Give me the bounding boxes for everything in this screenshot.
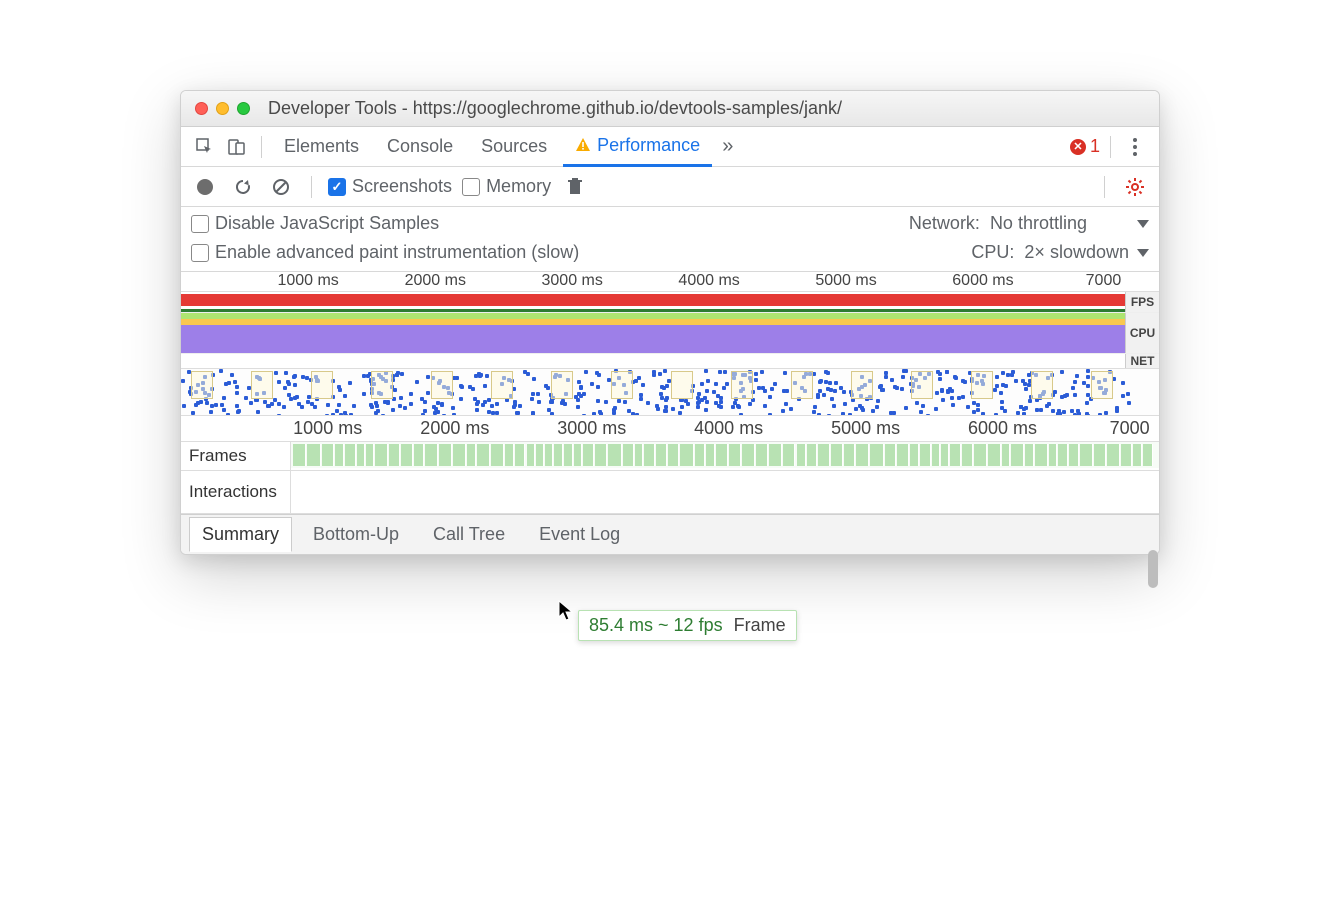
checkbox-icon (191, 215, 209, 233)
traffic-lights (195, 102, 250, 115)
frame-tooltip: 85.4 ms ~ 12 fps Frame (578, 610, 797, 641)
overview-ruler[interactable]: 1000 ms 2000 ms 3000 ms 4000 ms 5000 ms … (181, 272, 1159, 292)
tab-performance-label: Performance (597, 135, 700, 156)
minimize-window-button[interactable] (216, 102, 229, 115)
ruler-tick: 1000 ms (277, 272, 338, 290)
perf-toolbar: Screenshots Memory (181, 167, 1159, 207)
fps-lane-label: FPS (1125, 292, 1159, 312)
overview-fps-lane: FPS (181, 292, 1159, 312)
track-ruler[interactable]: 1000 ms 2000 ms 3000 ms 4000 ms 5000 ms … (181, 416, 1159, 442)
cpu-lane-label: CPU (1125, 313, 1159, 353)
tab-bottom-up[interactable]: Bottom-Up (300, 517, 412, 552)
ruler-tick: 5000 ms (815, 272, 876, 290)
screenshots-checkbox[interactable]: Screenshots (328, 176, 452, 197)
error-count-badge[interactable]: ✕ 1 (1070, 136, 1100, 157)
devtools-window: Developer Tools - https://googlechrome.g… (180, 90, 1160, 555)
capture-settings-icon[interactable] (1121, 173, 1149, 201)
details-tabs: Summary Bottom-Up Call Tree Event Log (181, 514, 1159, 554)
reload-button[interactable] (229, 173, 257, 201)
cpu-throttle-label: CPU: (971, 242, 1014, 263)
main-tabs-row: Elements Console Sources Performance » ✕… (181, 127, 1159, 167)
separator (1110, 136, 1111, 158)
mouse-cursor-icon (558, 600, 576, 622)
record-button[interactable] (191, 173, 219, 201)
ruler-tick: 2000 ms (405, 272, 466, 290)
net-lane-label: NET (1125, 354, 1159, 368)
tab-console[interactable]: Console (375, 127, 465, 167)
tab-elements[interactable]: Elements (272, 127, 371, 167)
frames-track-label: Frames (181, 442, 291, 470)
tab-call-tree[interactable]: Call Tree (420, 517, 518, 552)
ruler-tick: 3000 ms (542, 272, 603, 290)
frames-track: Frames (181, 442, 1159, 471)
tab-performance[interactable]: Performance (563, 127, 712, 167)
memory-checkbox[interactable]: Memory (462, 176, 551, 197)
ruler-tick: 5000 ms (831, 418, 900, 439)
tab-event-log[interactable]: Event Log (526, 517, 633, 552)
scrollbar-thumb[interactable] (1148, 550, 1158, 588)
kebab-menu-icon[interactable] (1121, 133, 1149, 161)
tooltip-label: Frame (734, 615, 786, 635)
inspect-element-icon[interactable] (191, 133, 219, 161)
disable-js-label: Disable JavaScript Samples (215, 213, 439, 234)
ruler-tick: 4000 ms (694, 418, 763, 439)
enable-paint-label: Enable advanced paint instrumentation (s… (215, 242, 579, 263)
capture-settings-panel: Disable JavaScript Samples Network: No t… (181, 207, 1159, 272)
error-count: 1 (1090, 136, 1100, 157)
overview-screenshots-lane (181, 368, 1159, 416)
warning-icon (575, 137, 591, 153)
ruler-tick: 1000 ms (293, 418, 362, 439)
clear-button[interactable] (267, 173, 295, 201)
tab-summary[interactable]: Summary (189, 517, 292, 552)
ruler-tick: 3000 ms (557, 418, 626, 439)
interactions-track-body[interactable] (291, 471, 1159, 513)
error-icon: ✕ (1070, 139, 1086, 155)
cpu-throttle-select[interactable]: 2× slowdown (1024, 242, 1149, 263)
chevron-down-icon (1137, 249, 1149, 257)
tab-sources[interactable]: Sources (469, 127, 559, 167)
close-window-button[interactable] (195, 102, 208, 115)
collect-garbage-icon[interactable] (561, 173, 589, 201)
separator (311, 176, 312, 198)
cpu-throttle-value: 2× slowdown (1024, 242, 1129, 263)
zoom-window-button[interactable] (237, 102, 250, 115)
overview-cpu-lane: CPU (181, 312, 1159, 354)
ruler-tick: 2000 ms (420, 418, 489, 439)
separator (1104, 176, 1105, 198)
checkbox-icon (462, 178, 480, 196)
memory-label: Memory (486, 176, 551, 197)
network-throttle-select[interactable]: No throttling (990, 213, 1087, 234)
frames-track-body[interactable] (291, 442, 1159, 468)
checkbox-icon (191, 244, 209, 262)
network-throttle-label: Network: (909, 213, 980, 234)
chevron-down-icon (1137, 220, 1149, 228)
ruler-tick: 6000 ms (952, 272, 1013, 290)
network-throttle-value: No throttling (990, 213, 1087, 234)
ruler-tick: 4000 ms (678, 272, 739, 290)
window-title: Developer Tools - https://googlechrome.g… (268, 98, 842, 119)
enable-paint-instrumentation-checkbox[interactable]: Enable advanced paint instrumentation (s… (191, 242, 579, 263)
separator (261, 136, 262, 158)
tooltip-ms-fps: 85.4 ms ~ 12 fps (589, 615, 723, 635)
titlebar: Developer Tools - https://googlechrome.g… (181, 91, 1159, 127)
overview-panel[interactable]: 1000 ms 2000 ms 3000 ms 4000 ms 5000 ms … (181, 272, 1159, 416)
tabs-overflow[interactable]: » (716, 127, 739, 167)
overview-net-lane: NET (181, 354, 1159, 368)
interactions-track-label: Interactions (181, 471, 291, 513)
screenshots-label: Screenshots (352, 176, 452, 197)
interactions-track: Interactions (181, 471, 1159, 514)
device-toolbar-icon[interactable] (223, 133, 251, 161)
disable-js-samples-checkbox[interactable]: Disable JavaScript Samples (191, 213, 439, 234)
checkbox-icon (328, 178, 346, 196)
ruler-tick: 6000 ms (968, 418, 1037, 439)
